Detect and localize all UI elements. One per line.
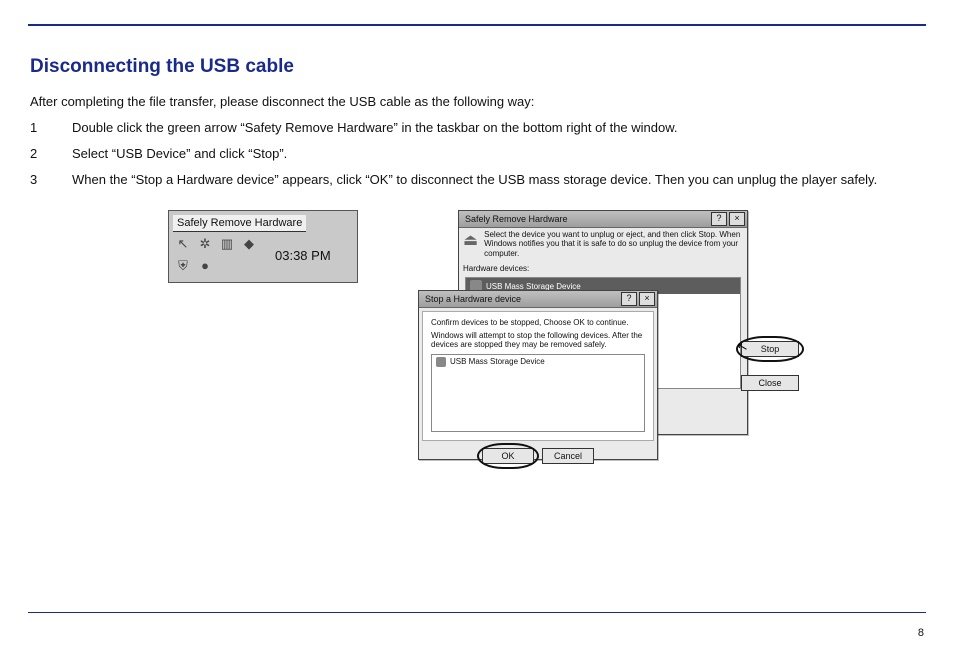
dialog-message-row: ⏏ Select the device you want to unplug o… <box>459 228 747 263</box>
step-item: 2 Select “USB Device” and click “Stop”. <box>30 145 926 164</box>
cancel-button[interactable]: Cancel <box>542 448 594 464</box>
help-button[interactable]: ? <box>711 212 727 226</box>
step-text: Double click the green arrow “Safety Rem… <box>72 119 926 138</box>
step-number: 1 <box>30 119 72 138</box>
dot-icon: ● <box>197 258 213 274</box>
devices-to-stop-list[interactable]: USB Mass Storage Device <box>431 354 645 432</box>
step-text: When the “Stop a Hardware device” appear… <box>72 171 926 190</box>
step-list: 1 Double click the green arrow “Safety R… <box>30 119 926 190</box>
gear-icon: ✲ <box>197 236 213 252</box>
dialog-body: Confirm devices to be stopped, Choose OK… <box>422 311 654 441</box>
titlebar-title: Stop a Hardware device <box>425 294 521 304</box>
step-item: 3 When the “Stop a Hardware device” appe… <box>30 171 926 190</box>
figure-systray: Safely Remove Hardware ↖ ✲ ▥ ◆ ⛨ ● 03:38… <box>168 210 358 283</box>
cursor-icon: ↖ <box>175 236 191 252</box>
systray-body: ↖ ✲ ▥ ◆ ⛨ ● 03:38 PM <box>169 232 357 282</box>
titlebar-title: Safely Remove Hardware <box>465 214 568 224</box>
step-number: 3 <box>30 171 72 190</box>
dialog-stop-hardware-device: Stop a Hardware device ? × Confirm devic… <box>418 290 658 460</box>
section-heading: Disconnecting the USB cable <box>30 56 926 78</box>
dialog-button-row: OK Cancel <box>419 444 657 470</box>
blank-icon <box>219 258 235 274</box>
titlebar: Safely Remove Hardware ? × <box>459 211 747 228</box>
manual-page: Disconnecting the USB cable After comple… <box>0 0 954 657</box>
help-button[interactable]: ? <box>621 292 637 306</box>
page-number: 8 <box>918 627 924 639</box>
usb-eject-icon: ⏏ <box>463 230 478 252</box>
blank-icon <box>241 258 257 274</box>
device-name: USB Mass Storage Device <box>450 357 545 366</box>
shield-icon: ⛨ <box>175 258 191 274</box>
hardware-devices-label: Hardware devices: <box>459 262 747 275</box>
rule-top <box>28 24 926 26</box>
ok-button[interactable]: OK <box>482 448 534 464</box>
titlebar: Stop a Hardware device ? × <box>419 291 657 308</box>
dialog-message: Select the device you want to unplug or … <box>484 230 743 259</box>
step-text: Select “USB Device” and click “Stop”. <box>72 145 926 164</box>
device-icon <box>436 357 446 367</box>
list-item[interactable]: USB Mass Storage Device <box>436 357 640 367</box>
figures-row: Safely Remove Hardware ↖ ✲ ▥ ◆ ⛨ ● 03:38… <box>168 210 926 480</box>
dialog-msg2: Windows will attempt to stop the followi… <box>427 329 649 351</box>
close-button[interactable]: × <box>729 212 745 226</box>
close-button[interactable]: × <box>639 292 655 306</box>
intro-text: After completing the file transfer, plea… <box>30 94 926 109</box>
titlebar-buttons: ? × <box>621 292 655 306</box>
dialog-msg1: Confirm devices to be stopped, Choose OK… <box>427 316 649 329</box>
systray-clock: 03:38 PM <box>275 248 331 263</box>
systray-icons: ↖ ✲ ▥ ◆ ⛨ ● <box>175 236 259 276</box>
app-icon: ◆ <box>241 236 257 252</box>
dialog-side-buttons: Stop ↖ Close <box>741 341 799 391</box>
close-button[interactable]: Close <box>741 375 799 391</box>
stop-button[interactable]: Stop <box>741 341 799 357</box>
tooltip-label: Safely Remove Hardware <box>173 215 306 232</box>
monitor-icon: ▥ <box>219 236 235 252</box>
titlebar-buttons: ? × <box>711 212 745 226</box>
figure-dialogs: Safely Remove Hardware ? × ⏏ Select the … <box>418 210 748 480</box>
rule-bottom <box>28 612 926 613</box>
step-item: 1 Double click the green arrow “Safety R… <box>30 119 926 138</box>
step-number: 2 <box>30 145 72 164</box>
